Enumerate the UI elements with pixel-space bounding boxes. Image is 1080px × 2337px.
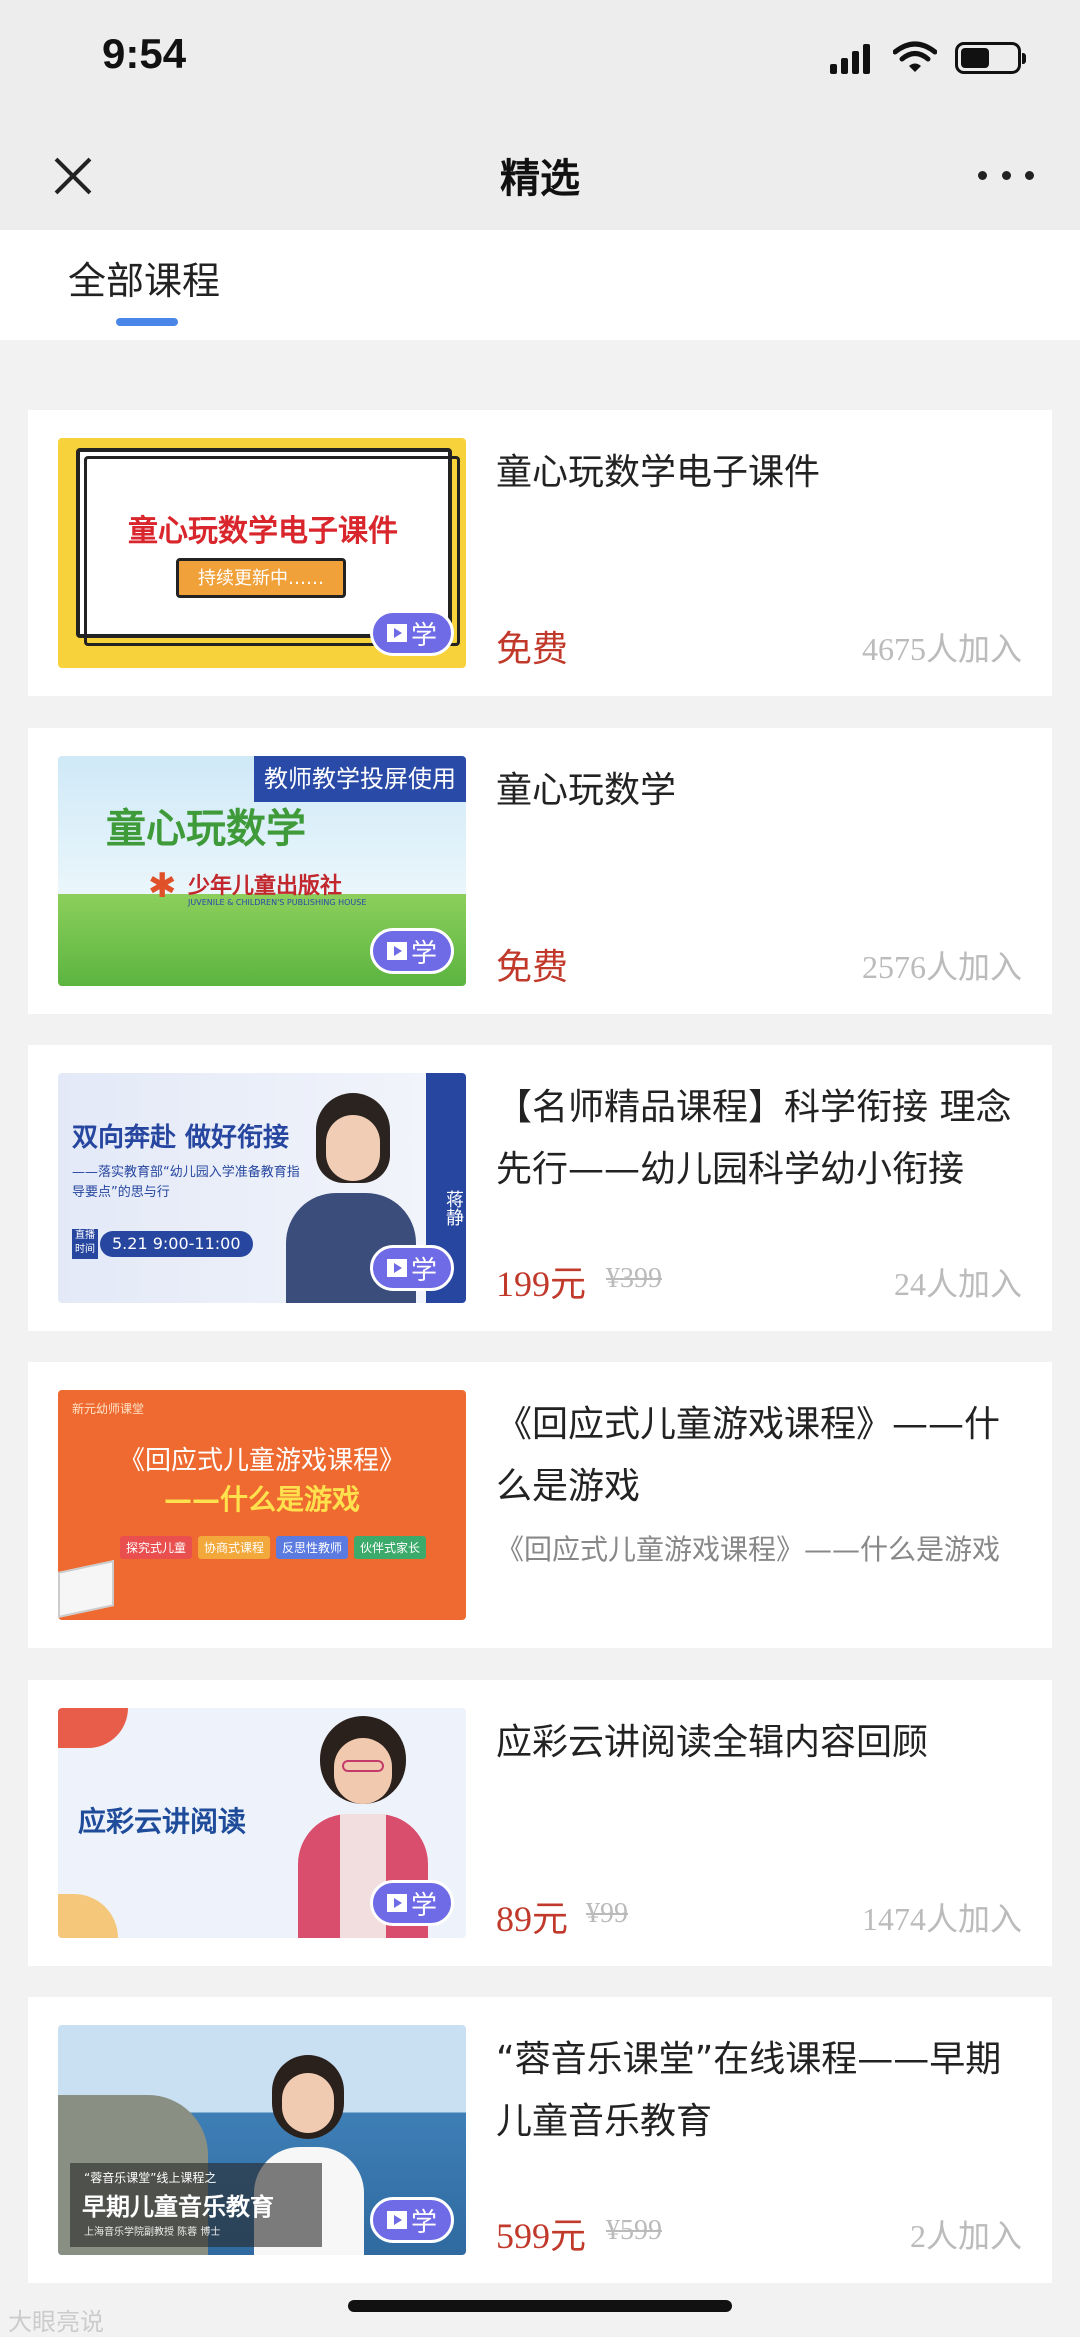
thumb-title: 早期儿童音乐教育 [82,2193,274,2221]
page-title: 精选 [500,156,580,202]
thumb-live-label: 直播时间 [72,1229,98,1259]
course-description: 《回应式儿童游戏课程》——什么是游戏 [496,1533,1001,1566]
original-price: ¥399 [606,1263,662,1294]
join-count: 4675人加入 [861,631,1022,667]
thumb-title: 童心玩数学电子课件 [128,514,398,549]
course-title: 童心玩数学 [496,770,677,811]
course-card[interactable]: “蓉音乐课堂”线上课程之 早期儿童音乐教育 上海音乐学院副教授 陈蓉 博士 学 … [28,1997,1052,2283]
thumb-title: 童心玩数学 [106,806,306,852]
battery-icon [955,42,1026,74]
thumb-tag: 协商式课程 [198,1536,271,1559]
learn-badge: 学 [370,610,454,656]
course-card[interactable]: 新元幼师课堂 《回应式儿童游戏课程》 ——什么是游戏 探究式儿童 协商式课程 反… [28,1362,1052,1648]
course-card[interactable]: 双向奔赴 做好衔接 ——落实教育部“幼儿园入学准备教育指导要点”的思与行 直播时… [28,1045,1052,1331]
join-count: 1474人加入 [861,1901,1022,1937]
thumb-subtitle: “蓉音乐课堂”线上课程之 [84,2171,217,2185]
course-thumbnail[interactable]: 新元幼师课堂 《回应式儿童游戏课程》 ——什么是游戏 探究式儿童 协商式课程 反… [58,1390,466,1620]
course-price: 599元 [496,2216,587,2256]
play-icon [386,1259,407,1277]
more-icon[interactable] [978,160,1034,190]
thumb-publisher-en: JUVENILE & CHILDREN'S PUBLISHING HOUSE [188,898,367,907]
status-bar: 9:54 [0,0,1080,120]
close-icon[interactable] [45,148,101,204]
course-card[interactable]: 应彩云讲阅读 学 应彩云讲阅读全辑内容回顾 89元 ¥99 1474人加入 [28,1680,1052,1966]
thumb-title: 应彩云讲阅读 [78,1805,247,1838]
course-title: 《回应式儿童游戏课程》——什么是游戏 [496,1404,1001,1507]
decor-shape [58,1708,128,1748]
course-thumbnail[interactable]: 双向奔赴 做好衔接 ——落实教育部“幼儿园入学准备教育指导要点”的思与行 直播时… [58,1073,466,1303]
course-title: “蓉音乐课堂”在线课程——早期儿童音乐教育 [496,2039,1002,2142]
thumb-live-time: 5.21 9:00-11:00 [100,1231,253,1257]
thumb-tags: 探究式儿童 协商式课程 反思性教师 伙伴式家长 [120,1536,427,1559]
decor-shape [58,1894,118,1938]
course-thumbnail[interactable]: 童心玩数学电子课件 持续更新中…… 学 [58,438,466,668]
learn-badge: 学 [370,2197,454,2243]
thumb-subtitle: ——什么是游戏 [163,1483,360,1516]
thumb-subtitle: 持续更新中…… [176,558,346,598]
play-icon [386,2211,407,2229]
course-title: 童心玩数学电子课件 [496,452,821,493]
course-card[interactable]: 童心玩数学电子课件 持续更新中…… 学 童心玩数学电子课件 免费 4675人加入 [28,410,1052,696]
thumb-tag: 伙伴式家长 [354,1536,427,1559]
course-price: 免费 [496,629,569,669]
tab-active-indicator [116,318,178,326]
learn-badge: 学 [370,1245,454,1291]
home-indicator[interactable] [348,2300,732,2312]
tab-bar: 全部课程 [0,230,1080,340]
join-count: 2人加入 [909,2218,1022,2254]
play-icon [386,942,407,960]
course-price: 免费 [496,947,569,987]
course-title: 【名师精品课程】科学衔接 理念先行——幼儿园科学幼小衔接 [496,1087,1012,1190]
book-icon [58,1560,114,1618]
thumb-title: 《回应式儿童游戏课程》 [118,1446,405,1476]
thumb-subtitle: ——落实教育部“幼儿园入学准备教育指导要点”的思与行 [72,1165,300,1200]
original-price: ¥99 [586,1898,628,1929]
course-thumbnail[interactable]: 应彩云讲阅读 学 [58,1708,466,1938]
status-time: 9:54 [102,30,187,77]
wifi-icon [893,41,937,72]
thumb-brand: 新元幼师课堂 [72,1402,145,1416]
star-icon: ✱ [148,866,177,906]
thumb-title: 双向奔赴 做好衔接 [72,1123,290,1153]
original-price: ¥599 [606,2215,662,2246]
nav-bar: 精选 [0,120,1080,230]
signal-icon [830,44,870,74]
course-price: 199元 [496,1264,587,1304]
thumb-tag: 反思性教师 [276,1536,349,1559]
learn-badge: 学 [370,1880,454,1926]
course-thumbnail[interactable]: “蓉音乐课堂”线上课程之 早期儿童音乐教育 上海音乐学院副教授 陈蓉 博士 学 [58,2025,466,2255]
play-icon [386,1894,407,1912]
thumb-tag: 探究式儿童 [120,1536,193,1559]
join-count: 2576人加入 [861,949,1022,985]
course-price: 89元 [496,1899,569,1939]
learn-badge: 学 [370,928,454,974]
play-icon [386,624,407,642]
course-title: 应彩云讲阅读全辑内容回顾 [496,1722,929,1763]
join-count: 24人加入 [893,1266,1022,1302]
watermark: 大眼亮说 [8,2308,104,2336]
thumb-publisher: 少年儿童出版社 [188,874,343,899]
course-card[interactable]: 教师教学投屏使用 童心玩数学 ✱ 少年儿童出版社 JUVENILE & CHIL… [28,728,1052,1014]
tab-all-courses[interactable]: 全部课程 [68,250,220,305]
thumb-author: 上海音乐学院副教授 陈蓉 博士 [84,2227,221,2238]
course-thumbnail[interactable]: 教师教学投屏使用 童心玩数学 ✱ 少年儿童出版社 JUVENILE & CHIL… [58,756,466,986]
